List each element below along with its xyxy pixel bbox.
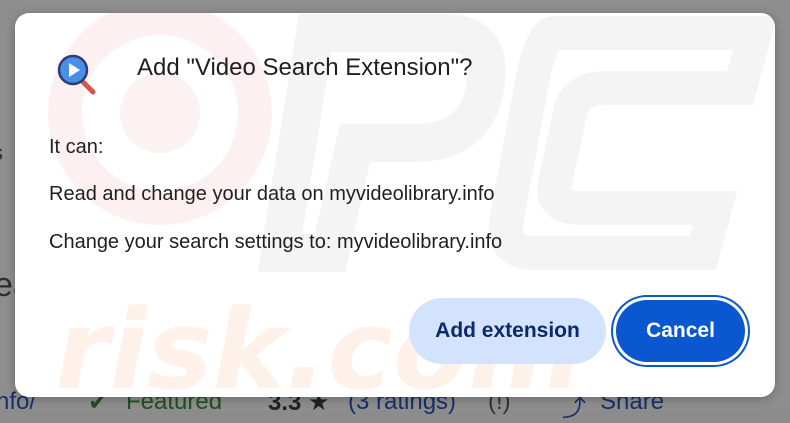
video-search-extension-icon bbox=[57, 54, 96, 95]
add-extension-dialog: risk.com Add "Video Search Extension"? I… bbox=[15, 13, 775, 397]
background-text-fragment: s bbox=[0, 140, 3, 166]
dialog-title: Add "Video Search Extension"? bbox=[137, 54, 473, 81]
add-extension-button[interactable]: Add extension bbox=[409, 298, 606, 364]
permission-item: Read and change your data on myvideolibr… bbox=[49, 183, 495, 205]
permissions-heading: It can: bbox=[49, 136, 104, 158]
permission-item: Change your search settings to: myvideol… bbox=[49, 231, 503, 253]
cancel-button[interactable]: Cancel bbox=[616, 300, 745, 362]
